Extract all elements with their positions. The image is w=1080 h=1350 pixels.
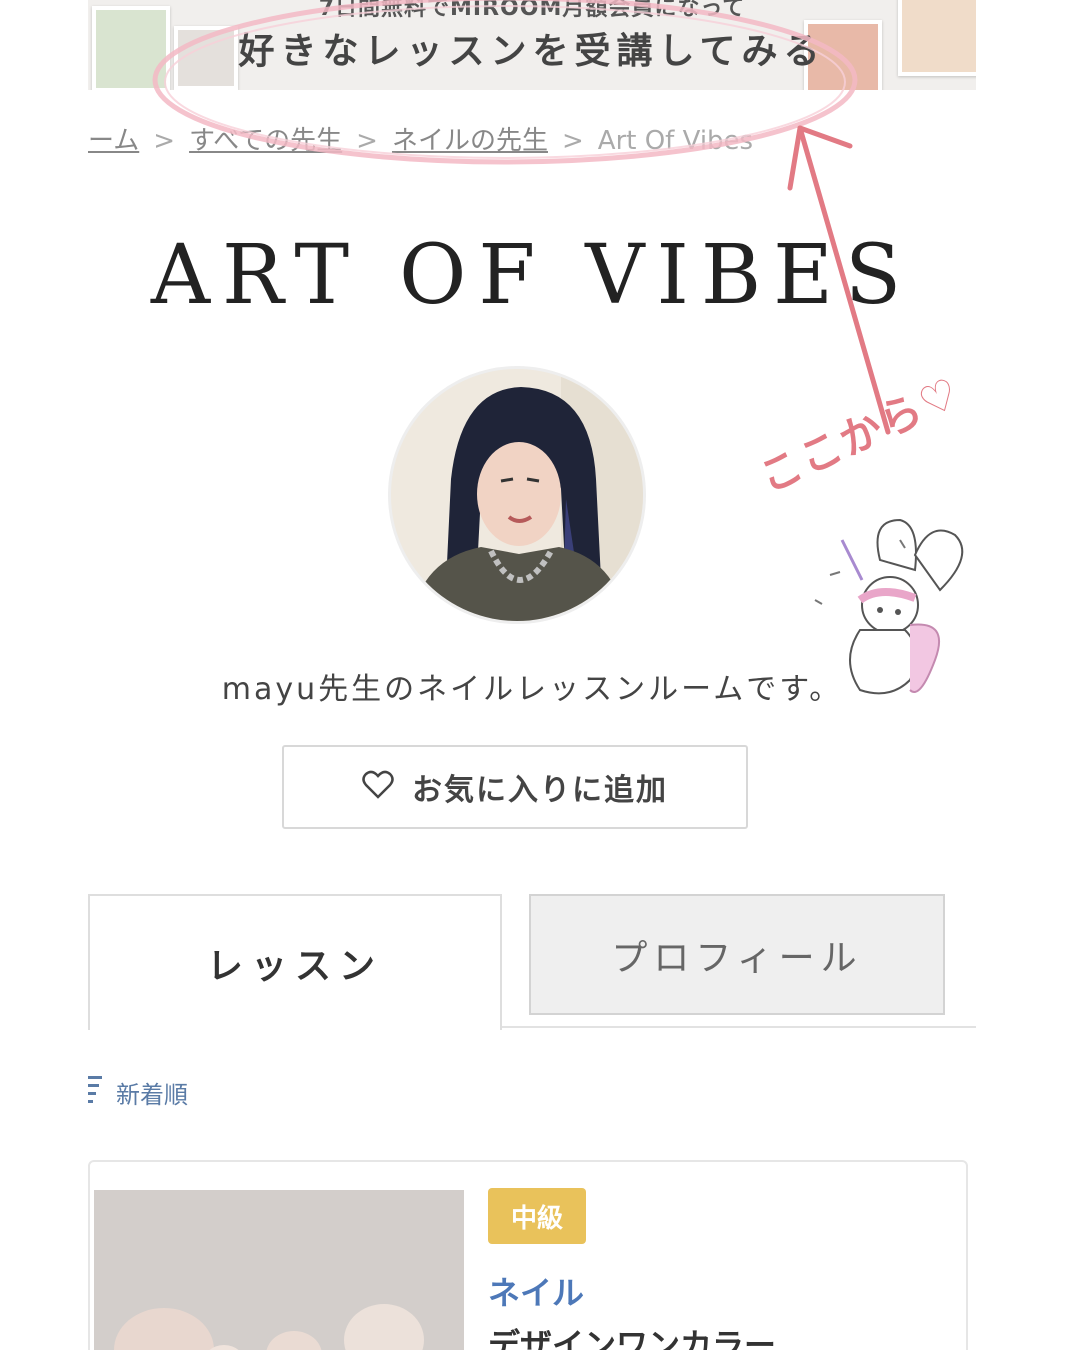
breadcrumb-separator: > <box>561 126 584 156</box>
banner-cta-text[interactable]: 好きなレッスンを受講してみる <box>88 22 976 74</box>
lesson-card[interactable]: 中級 ネイル デザインワンカラー <box>88 1160 968 1350</box>
lesson-title[interactable]: デザインワンカラー <box>488 1320 776 1350</box>
lesson-category[interactable]: ネイル <box>488 1268 584 1314</box>
tab-profile[interactable]: プロフィール <box>529 894 945 1015</box>
tab-profile-label: プロフィール <box>611 937 863 979</box>
lesson-thumbnail[interactable] <box>94 1190 464 1350</box>
breadcrumb-separator: > <box>153 126 176 156</box>
breadcrumb: ーム > すべての先生 > ネイルの先生 > Art Of Vibes <box>88 120 753 157</box>
add-favorite-label: お気に入りに追加 <box>412 773 668 808</box>
breadcrumb-separator: > <box>356 126 378 156</box>
breadcrumb-home[interactable]: ーム <box>88 126 139 156</box>
banner-subtext: 7日間無料でMIROOM月額会員になって <box>318 0 746 21</box>
breadcrumb-nail-teachers[interactable]: ネイルの先生 <box>392 126 548 156</box>
sort-control[interactable]: 新着順 <box>88 1074 188 1110</box>
sort-icon <box>88 1074 102 1110</box>
teacher-avatar <box>388 366 646 624</box>
tab-lessons-label: レッスン <box>206 946 383 987</box>
room-logo: ART OF VIBES <box>150 228 914 323</box>
breadcrumb-current: Art Of Vibes <box>597 126 754 156</box>
level-badge: 中級 <box>488 1188 586 1244</box>
sort-label: 新着順 <box>116 1080 188 1109</box>
heart-outline-icon <box>362 770 394 804</box>
promo-banner[interactable]: 7日間無料でMIROOM月額会員になって 好きなレッスンを受講してみる <box>88 0 976 90</box>
room-tagline: mayu先生のネイルレッスンルームです。 <box>221 672 843 707</box>
avatar-portrait <box>391 369 643 621</box>
page-frame: 7日間無料でMIROOM月額会員になって 好きなレッスンを受講してみる ーム > す… <box>88 0 976 1350</box>
add-favorite-button[interactable]: お気に入りに追加 <box>282 745 748 829</box>
breadcrumb-all-teachers[interactable]: すべての先生 <box>189 126 342 156</box>
tab-lessons[interactable]: レッスン <box>88 894 502 1030</box>
